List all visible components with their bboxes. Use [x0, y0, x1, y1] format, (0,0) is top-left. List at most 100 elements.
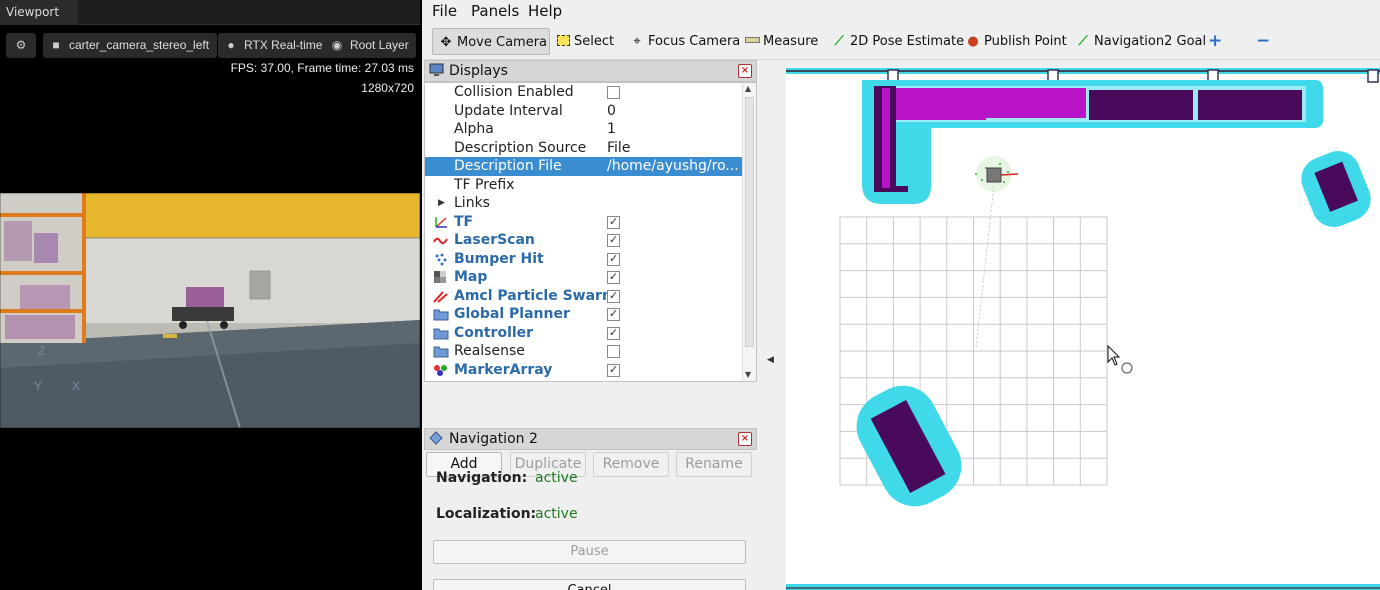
focus-camera-tool[interactable]: ⌖ Focus Camera: [628, 28, 740, 55]
display-row-controller[interactable]: Controller: [425, 324, 742, 343]
plus-icon: +: [1208, 31, 1223, 51]
axis-x-label: X: [72, 379, 81, 393]
pause-button[interactable]: Pause: [433, 540, 746, 564]
rviz-3d-view[interactable]: [786, 68, 1380, 590]
gear-icon: ⚙: [15, 38, 27, 52]
displays-header: Displays ×: [424, 60, 757, 82]
property-name: TF Prefix: [454, 176, 515, 193]
navigation-title: Navigation 2: [449, 431, 538, 447]
map-icon: [433, 270, 449, 284]
rviz-window: File Panels Help ✥ Move Camera Select ⌖ Fo…: [422, 0, 1380, 590]
property-row[interactable]: Description Source File: [425, 139, 742, 158]
display-checkbox[interactable]: [607, 268, 620, 286]
property-row[interactable]: Collision Enabled: [425, 83, 742, 102]
property-name: Links: [454, 195, 490, 211]
viewport-settings-button[interactable]: ⚙: [6, 33, 36, 58]
display-checkbox[interactable]: [607, 345, 620, 358]
displays-scrollbar[interactable]: ▲ ▼: [742, 83, 756, 381]
menu-file[interactable]: File: [432, 2, 457, 20]
tool-toolbar: ✥ Move Camera Select ⌖ Focus Camera Measur…: [422, 23, 1380, 60]
menu-panels[interactable]: Panels: [471, 2, 519, 20]
property-row-selected[interactable]: Description File /home/ayushg/ro...: [425, 157, 742, 176]
camera-icon: ■: [52, 38, 60, 52]
marker-icon: [433, 363, 449, 377]
add-tool-button[interactable]: +: [1208, 28, 1222, 55]
viewport-tab[interactable]: Viewport: [0, 0, 78, 25]
measure-tool[interactable]: Measure: [743, 28, 818, 55]
close-icon[interactable]: ×: [738, 432, 752, 446]
nav-goal-tool[interactable]: ⟋ Navigation2 Goal: [1074, 28, 1206, 55]
crosshair-icon: ⌖: [633, 34, 641, 49]
viewport-tabbar: Viewport: [0, 0, 420, 25]
localization-status-value: active: [535, 506, 578, 522]
display-checkbox[interactable]: [607, 231, 620, 249]
scroll-down-icon[interactable]: ▼: [745, 370, 751, 379]
display-row-amcl[interactable]: Amcl Particle Swarm: [425, 287, 742, 306]
collision-checkbox[interactable]: [607, 86, 620, 99]
folder-icon: [433, 326, 449, 340]
property-name: Description File: [454, 158, 562, 174]
property-value[interactable]: File: [607, 139, 743, 157]
minus-icon: −: [1256, 31, 1271, 51]
displays-panel: Displays × Collision Enabled Update Inte…: [424, 60, 757, 477]
green-arrow-icon: ⟋: [834, 34, 844, 49]
display-row-bumper[interactable]: Bumper Hit: [425, 250, 742, 269]
particle-icon: [433, 289, 449, 303]
navigation-status-label: Navigation:: [436, 470, 528, 486]
remove-tool-button[interactable]: −: [1256, 28, 1270, 55]
map-canvas[interactable]: [786, 68, 1380, 590]
move-camera-tool[interactable]: ✥ Move Camera: [432, 28, 550, 55]
display-checkbox[interactable]: [607, 361, 620, 379]
display-name: MarkerArray: [454, 361, 553, 378]
display-checkbox[interactable]: [607, 287, 620, 305]
select-tool[interactable]: Select: [554, 28, 614, 55]
property-value[interactable]: 1: [607, 120, 743, 138]
navigation-header: Navigation 2 ×: [424, 428, 757, 450]
property-value[interactable]: /home/ayushg/ro...: [607, 157, 743, 175]
layer-button[interactable]: ◉ Root Layer: [324, 33, 416, 58]
select-label: Select: [574, 34, 615, 49]
eye-icon: ◉: [331, 38, 343, 52]
property-name: Alpha: [454, 121, 494, 137]
collapse-arrow-icon[interactable]: ◀: [767, 355, 774, 365]
display-name: Amcl Particle Swarm: [454, 287, 617, 304]
display-checkbox[interactable]: [607, 324, 620, 342]
scroll-thumb[interactable]: [745, 97, 754, 347]
display-row-map[interactable]: Map: [425, 268, 742, 287]
navigation-status-value: active: [535, 470, 578, 486]
display-row-global-planner[interactable]: Global Planner: [425, 305, 742, 324]
menubar: File Panels Help: [422, 0, 1380, 23]
display-checkbox[interactable]: [607, 305, 620, 323]
display-checkbox[interactable]: [607, 250, 620, 268]
navigation-panel: Navigation 2 × Navigation: active Locali…: [424, 428, 757, 590]
property-row[interactable]: TF Prefix: [425, 176, 742, 195]
property-value[interactable]: 0: [607, 102, 743, 120]
display-name: Bumper Hit: [454, 250, 544, 267]
fps-readout: FPS: 37.00, Frame time: 27.03 ms: [230, 61, 414, 75]
menu-help[interactable]: Help: [528, 2, 562, 20]
property-row[interactable]: Update Interval 0: [425, 102, 742, 121]
expand-arrow-icon[interactable]: ▶: [438, 194, 445, 212]
display-row-laserscan[interactable]: LaserScan: [425, 231, 742, 250]
display-row-realsense[interactable]: Realsense: [425, 342, 742, 361]
ruler-icon: [743, 28, 761, 55]
display-row-tf[interactable]: TF: [425, 213, 742, 232]
scroll-up-icon[interactable]: ▲: [745, 84, 751, 93]
cancel-button[interactable]: Cancel: [433, 579, 746, 590]
pose-estimate-tool[interactable]: ⟋ 2D Pose Estimate: [830, 28, 964, 55]
layer-label: Root Layer: [350, 38, 409, 52]
property-row[interactable]: ▶ Links: [425, 194, 742, 213]
display-checkbox[interactable]: [607, 213, 620, 231]
render-mode-button[interactable]: ● RTX Real-time: [218, 33, 331, 58]
display-row-markerarray[interactable]: MarkerArray: [425, 361, 742, 380]
resolution-readout: 1280x720: [361, 81, 414, 95]
display-name: Global Planner: [454, 306, 570, 322]
panel-splitter[interactable]: ◀: [759, 60, 786, 590]
property-row[interactable]: Alpha 1: [425, 120, 742, 139]
publish-point-tool[interactable]: ● Publish Point: [964, 28, 1066, 55]
display-name: LaserScan: [454, 232, 535, 248]
property-name: Description Source: [454, 139, 587, 156]
camera-render[interactable]: [0, 193, 420, 428]
camera-select-button[interactable]: ■ carter_camera_stereo_left: [43, 33, 218, 58]
close-icon[interactable]: ×: [738, 64, 752, 78]
